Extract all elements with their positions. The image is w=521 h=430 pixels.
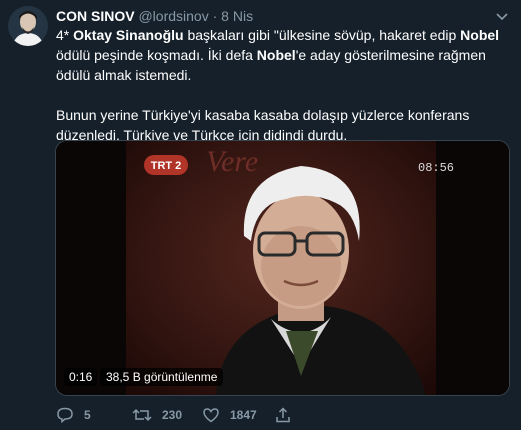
reply-button[interactable]: 5 — [56, 404, 91, 426]
video-clock: 08:56 — [418, 161, 454, 175]
text-segment: ödülü peşinde koşmadı. İki defa — [56, 47, 257, 63]
avatar-image — [8, 6, 48, 46]
tweet-actions: 5 230 1847 — [56, 404, 356, 426]
author-handle[interactable]: @lordsinov — [138, 8, 208, 24]
channel-logo-text: TRT 2 — [151, 160, 182, 172]
channel-logo: TRT 2 — [144, 155, 188, 175]
like-count: 1847 — [230, 408, 257, 422]
text-segment: 4* — [56, 27, 74, 43]
video-player[interactable]: Vere Vere TRT 2 08:56 0:16 38,5 B görünt… — [55, 140, 510, 396]
video-duration: 0:16 — [64, 368, 98, 386]
keyword-nobel: Nobel — [256, 47, 296, 63]
author-name[interactable]: CON SINOV — [56, 8, 135, 24]
separator-dot: · — [212, 8, 218, 24]
avatar[interactable] — [8, 6, 48, 46]
chevron-down-icon[interactable] — [495, 10, 509, 24]
retweet-icon — [132, 408, 152, 422]
share-button[interactable] — [274, 404, 302, 426]
tweet-date[interactable]: 8 Nis — [221, 8, 253, 24]
tweet-text: 4* Oktay Sinanoğlu başkaları gibi "ülkes… — [56, 25, 514, 145]
like-icon — [203, 408, 219, 423]
reply-count: 5 — [84, 408, 91, 422]
retweet-count: 230 — [162, 408, 183, 422]
video-frame: Vere Vere TRT 2 08:56 — [56, 141, 509, 395]
tweet-paragraph-2: Bunun yerine Türkiye'yi kasaba kasaba do… — [56, 107, 470, 143]
background-text: Vere — [206, 145, 258, 178]
reply-icon — [57, 407, 73, 424]
share-icon — [276, 407, 290, 423]
tweet-paragraph-1: 4* Oktay Sinanoğlu başkaları gibi "ülkes… — [56, 25, 514, 85]
video-views: 38,5 B görüntülenme — [100, 368, 224, 386]
text-segment: başkaları gibi "ülkesine sövüp, hakaret … — [183, 27, 461, 43]
tweet-header: CON SINOV @lordsinov · 8 Nis — [56, 7, 511, 25]
keyword-nobel: Nobel — [460, 27, 500, 43]
retweet-button[interactable]: 230 — [132, 404, 182, 426]
like-button[interactable]: 1847 — [202, 404, 257, 426]
person-name: Oktay Sinanoğlu — [73, 27, 184, 43]
